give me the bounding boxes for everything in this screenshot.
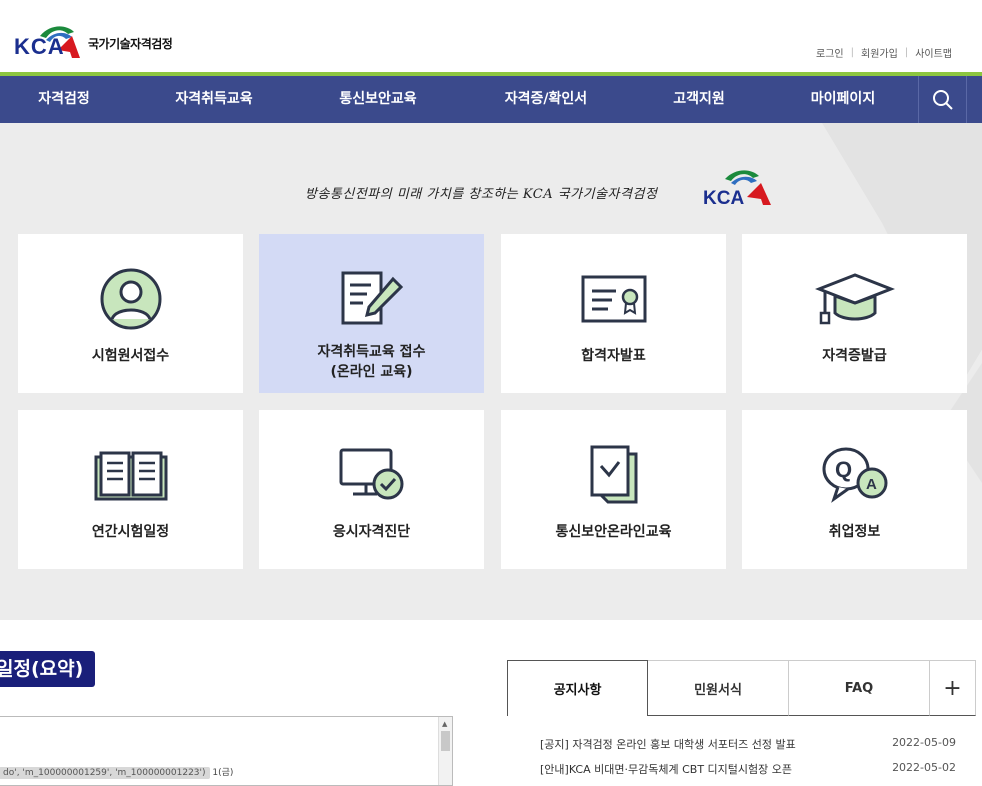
document-check-icon — [590, 445, 637, 504]
tooltip-chip: do', 'm_100000001259', 'm_100000001223') — [0, 767, 210, 779]
card-certificate-issue[interactable]: 자격증발급 — [742, 234, 967, 393]
certificate-icon — [581, 275, 646, 323]
utility-links: 로그인 | 회원가입 | 사이트맵 — [816, 45, 952, 60]
slogan-logo-text: KCA — [703, 188, 744, 207]
card-label: 자격증발급 — [822, 348, 887, 364]
slogan-kca-logo: KCA — [703, 167, 775, 211]
nav-item-certificate[interactable]: 자격증/확인서 — [489, 76, 603, 123]
bottom-section: 일정(요약) do', 'm_100000001259', 'm_1000000… — [0, 620, 982, 786]
svg-text:Q: Q — [835, 457, 852, 482]
user-icon — [100, 268, 161, 330]
card-annual-schedule[interactable]: 연간시험일정 — [18, 410, 243, 569]
nav-item-security-education[interactable]: 통신보안교육 — [324, 76, 432, 123]
card-label: 취업정보 — [828, 524, 881, 540]
signup-link[interactable]: 회원가입 — [861, 45, 898, 60]
main-nav: 자격검정 자격취득교육 통신보안교육 자격증/확인서 고객지원 마이페이지 — [0, 76, 982, 123]
divider: | — [850, 47, 854, 58]
card-education-application[interactable]: 자격취득교육 접수 (온라인 교육) — [259, 234, 484, 393]
card-label: 자격취득교육 접수 (온라인 교육) — [259, 342, 484, 382]
open-book-icon — [94, 451, 167, 501]
notice-date: 2022-05-02 — [892, 761, 956, 774]
schedule-date-fragment: 1(금) — [212, 768, 234, 778]
notice-list: [공지] 자격검정 온라인 홍보 대학생 서포터즈 선정 발표 2022-05-… — [540, 736, 956, 786]
search-icon — [932, 89, 953, 110]
document-pen-icon — [341, 271, 403, 325]
more-button[interactable]: + — [930, 660, 976, 716]
nav-item-mypage[interactable]: 마이페이지 — [795, 76, 891, 123]
nav-item-education[interactable]: 자격취득교육 — [160, 76, 268, 123]
tab-faq[interactable]: FAQ — [789, 660, 930, 716]
card-label: 응시자격진단 — [332, 524, 411, 540]
card-security-online-education[interactable]: 통신보안온라인교육 — [501, 410, 726, 569]
monitor-check-icon — [339, 448, 403, 500]
card-label: 시험원서접수 — [91, 348, 170, 364]
card-job-info[interactable]: Q A 취업정보 — [742, 410, 967, 569]
scroll-up-icon[interactable]: ▲ — [442, 720, 447, 728]
notice-title[interactable]: [공지] 자격검정 온라인 홍보 대학생 서포터즈 선정 발표 — [540, 738, 796, 751]
slogan-text: 방송통신전파의 미래 가치를 창조하는 KCA 국가기술자격검정 — [305, 187, 658, 202]
schedule-frame: do', 'm_100000001259', 'm_100000001223')… — [0, 716, 453, 786]
login-link[interactable]: 로그인 — [816, 45, 844, 60]
scroll-thumb[interactable] — [441, 731, 450, 751]
svg-text:A: A — [866, 476, 877, 493]
card-exam-application[interactable]: 시험원서접수 — [18, 234, 243, 393]
notice-date: 2022-05-09 — [892, 736, 956, 749]
list-item[interactable]: [공지] 자격검정 온라인 홍보 대학생 서포터즈 선정 발표 2022-05-… — [540, 736, 956, 761]
list-item[interactable]: [안내]KCA 비대면·무감독체계 CBT 디지털시험장 오픈 2022-05-… — [540, 761, 956, 786]
schedule-title: 일정(요약) — [0, 651, 96, 687]
nav-item-support[interactable]: 고객지원 — [655, 76, 743, 123]
card-label: 합격자발표 — [581, 348, 646, 364]
card-label-line2: (온라인 교육) — [330, 364, 413, 380]
card-label: 통신보안온라인교육 — [555, 524, 672, 540]
tab-notices[interactable]: 공지사항 — [507, 660, 648, 716]
schedule-snippet: do', 'm_100000001259', 'm_100000001223')… — [0, 765, 234, 779]
sitemap-link[interactable]: 사이트맵 — [915, 45, 952, 60]
card-label: 연간시험일정 — [91, 524, 170, 540]
logo-subtitle: 국가기술자격검정 — [88, 37, 173, 51]
hero-section: 방송통신전파의 미래 가치를 창조하는 KCA 국가기술자격검정 KCA 시험원… — [0, 123, 982, 620]
top-header: KCA 국가기술자격검정 로그인 | 회원가입 | 사이트맵 — [0, 0, 982, 73]
divider: | — [904, 47, 909, 58]
logo-text: KCA — [14, 34, 65, 59]
search-button[interactable] — [918, 76, 967, 123]
tab-forms[interactable]: 민원서식 — [648, 660, 789, 716]
kca-logo[interactable]: KCA 국가기술자격검정 — [14, 22, 173, 60]
card-eligibility-check[interactable]: 응시자격진단 — [259, 410, 484, 569]
card-label-line1: 자격취득교육 접수 — [317, 344, 426, 360]
card-pass-announcement[interactable]: 합격자발표 — [501, 234, 726, 393]
notice-title[interactable]: [안내]KCA 비대면·무감독체계 CBT 디지털시험장 오픈 — [540, 763, 792, 776]
nav-item-exam[interactable]: 자격검정 — [18, 76, 110, 123]
qa-bubble-icon: Q A — [822, 447, 887, 503]
kca-logo-mark: KCA — [14, 22, 84, 60]
board-tabs: 공지사항 민원서식 FAQ + — [507, 660, 976, 716]
graduation-cap-icon — [814, 273, 895, 325]
